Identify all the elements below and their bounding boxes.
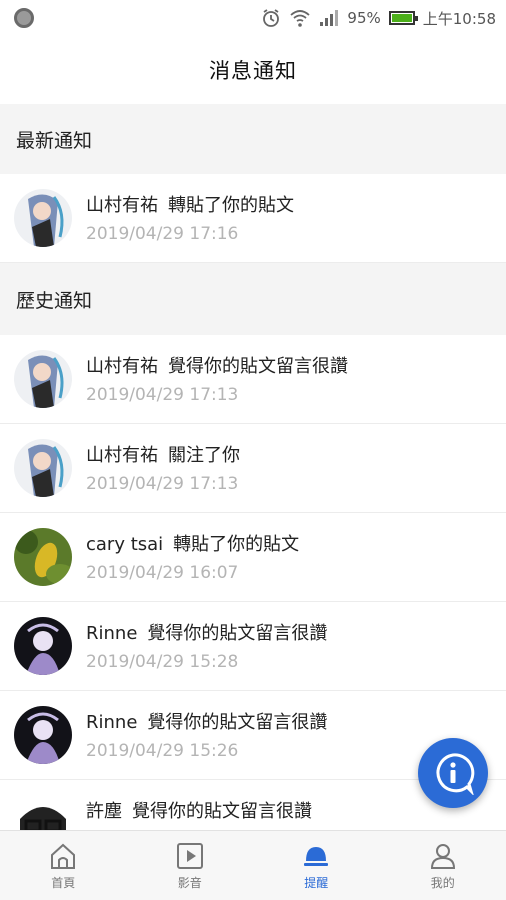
avatar[interactable] — [14, 439, 72, 497]
notification-text: 山村有祐 覺得你的貼文留言很讚 — [86, 352, 348, 378]
home-icon — [51, 843, 76, 869]
nav-label: 我的 — [430, 876, 455, 890]
bell-icon — [304, 847, 329, 866]
status-bar: 95% 上午10:58 — [0, 0, 506, 36]
timestamp: 2019/04/29 17:16 — [86, 224, 239, 244]
clock: 上午10:58 — [422, 9, 496, 28]
actor-name[interactable]: 山村有祐 — [86, 195, 158, 216]
avatar[interactable] — [14, 350, 72, 408]
actor-name[interactable]: Rinne — [86, 623, 137, 644]
nav-label: 首頁 — [51, 876, 76, 890]
info-fab-button[interactable] — [418, 738, 488, 808]
notification-item[interactable]: 山村有祐 轉貼了你的貼文 2019/04/29 17:16 — [0, 174, 506, 263]
notification-text: Rinne 覺得你的貼文留言很讚 — [86, 619, 327, 645]
play-icon — [176, 843, 203, 869]
notification-item[interactable]: 山村有祐 覺得你的貼文留言很讚 2019/04/29 17:13 — [0, 335, 506, 424]
action-text: 覺得你的貼文留言很讚 — [168, 356, 348, 377]
app-header: 消息通知 — [0, 36, 506, 104]
battery-icon — [388, 11, 418, 25]
alarm-icon — [263, 9, 280, 27]
action-text: 轉貼了你的貼文 — [168, 195, 294, 216]
nav-label: 影音 — [177, 876, 202, 890]
timestamp: 2019/04/29 16:07 — [86, 563, 239, 583]
avatar[interactable] — [14, 706, 72, 764]
notification-text: 許塵 覺得你的貼文留言很讚 — [86, 797, 312, 823]
timestamp: 2019/04/29 15:28 — [86, 652, 239, 672]
section-header-latest: 最新通知 — [0, 104, 506, 174]
nav-home[interactable]: 首頁 — [0, 831, 127, 900]
notification-dot-icon — [14, 8, 34, 28]
person-icon — [430, 844, 455, 869]
timestamp: 2019/04/29 17:13 — [86, 474, 239, 494]
action-text: 覺得你的貼文留言很讚 — [132, 801, 312, 822]
notification-text: 山村有祐 關注了你 — [86, 441, 240, 467]
avatar[interactable] — [14, 189, 72, 247]
signal-icon — [320, 10, 339, 26]
actor-name[interactable]: 山村有祐 — [86, 356, 158, 377]
notification-item[interactable]: 山村有祐 關注了你 2019/04/29 17:13 — [0, 424, 506, 513]
notification-text: 山村有祐 轉貼了你的貼文 — [86, 191, 294, 217]
bottom-nav: 首頁 影音 提醒 我的 — [0, 830, 506, 900]
notification-text: cary tsai 轉貼了你的貼文 — [86, 530, 299, 556]
actor-name[interactable]: cary tsai — [86, 534, 163, 555]
section-header-history: 歷史通知 — [0, 263, 506, 335]
action-text: 覺得你的貼文留言很讚 — [147, 623, 328, 644]
timestamp: 2019/04/29 15:26 — [86, 741, 239, 761]
notification-text: Rinne 覺得你的貼文留言很讚 — [86, 708, 327, 734]
timestamp: 2019/04/29 17:13 — [86, 385, 239, 405]
wifi-icon — [290, 10, 311, 27]
actor-name[interactable]: 山村有祐 — [86, 445, 158, 466]
notification-item[interactable]: cary tsai 轉貼了你的貼文 2019/04/29 16:07 — [0, 513, 506, 602]
action-text: 關注了你 — [168, 445, 240, 466]
actor-name[interactable]: 許塵 — [86, 801, 122, 822]
info-chat-icon — [436, 753, 475, 795]
notification-item[interactable]: Rinne 覺得你的貼文留言很讚 2019/04/29 15:28 — [0, 602, 506, 691]
nav-video[interactable]: 影音 — [127, 831, 254, 900]
actor-name[interactable]: Rinne — [86, 712, 137, 733]
avatar[interactable] — [14, 617, 72, 675]
avatar[interactable] — [14, 528, 72, 586]
nav-label: 提醒 — [304, 876, 329, 890]
action-text: 覺得你的貼文留言很讚 — [147, 712, 328, 733]
battery-percent: 95% — [347, 9, 381, 27]
nav-profile[interactable]: 我的 — [380, 831, 506, 900]
action-text: 轉貼了你的貼文 — [173, 534, 300, 555]
status-icons: 95% 上午10:58 — [261, 6, 496, 30]
page-title: 消息通知 — [209, 59, 297, 83]
nav-reminders[interactable]: 提醒 — [253, 831, 380, 900]
